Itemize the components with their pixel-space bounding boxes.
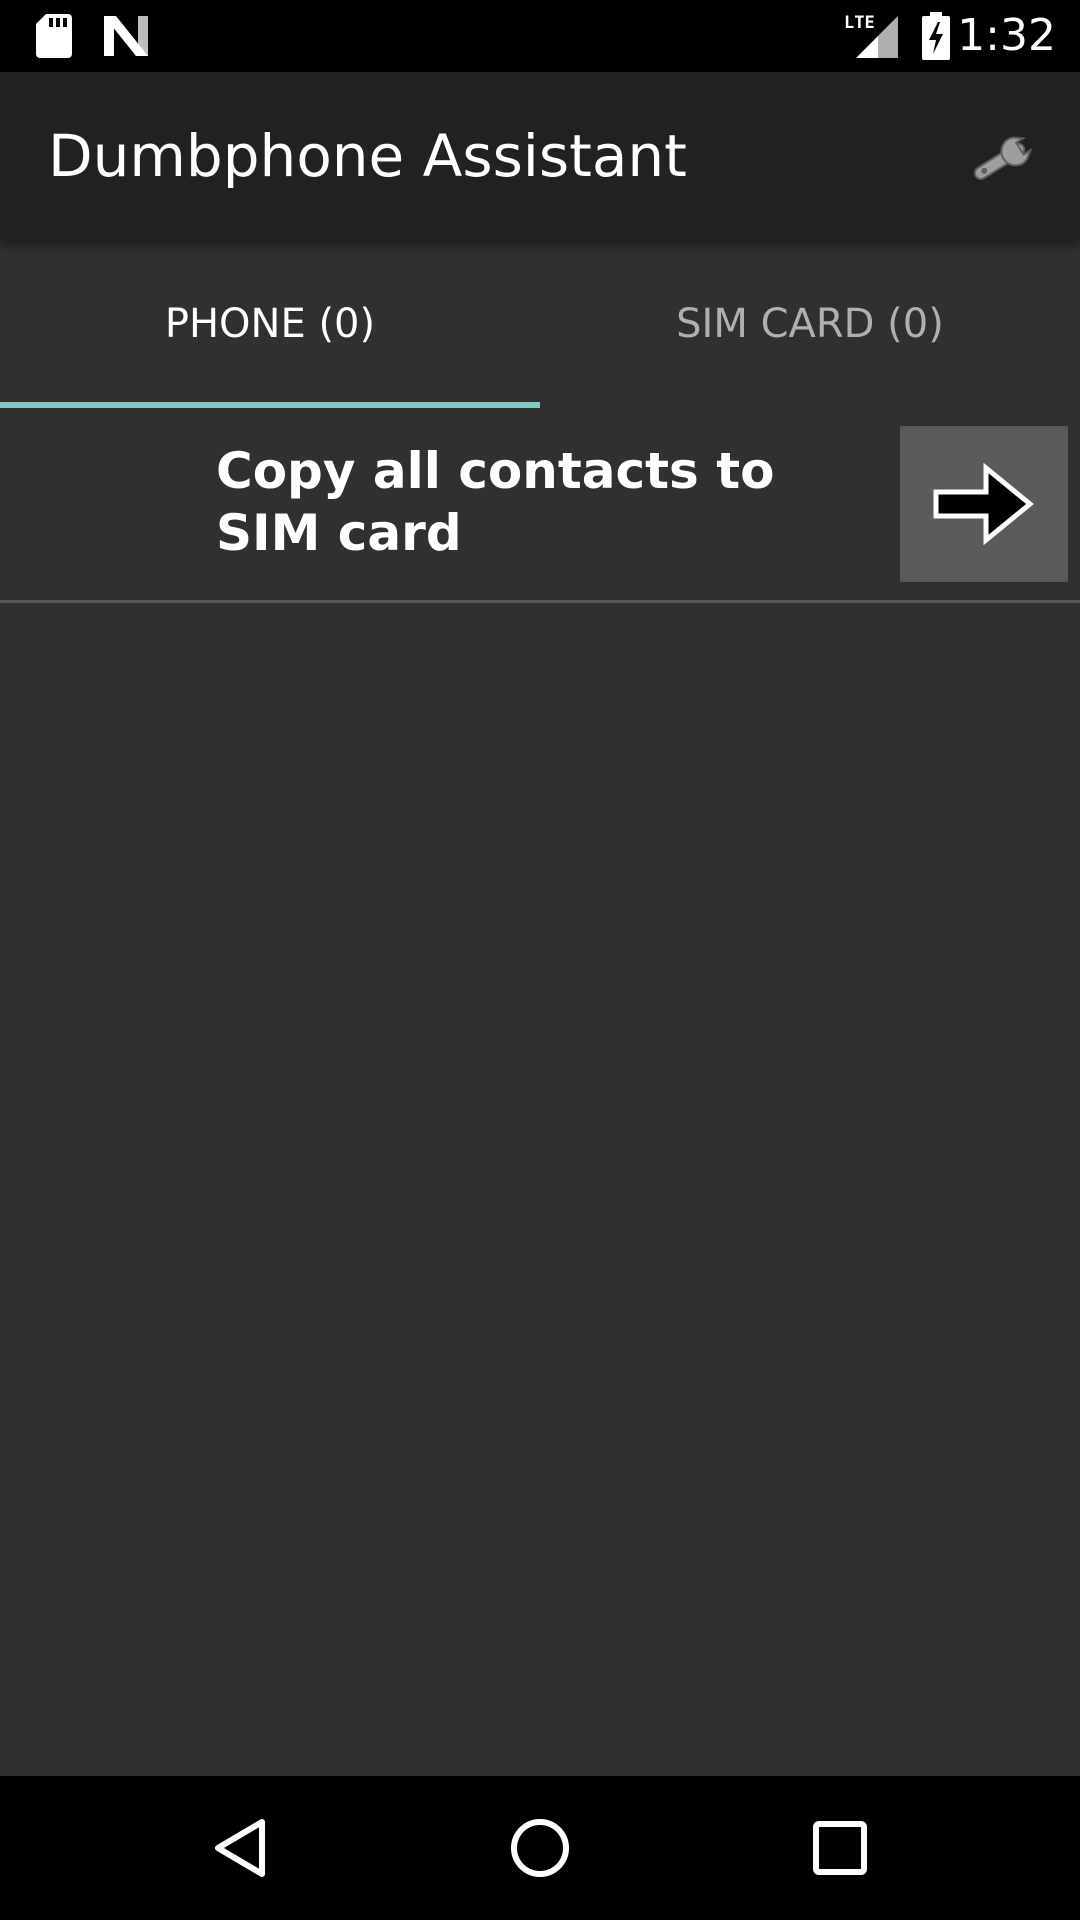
- back-icon: [215, 1819, 265, 1877]
- status-time: 1:32: [957, 10, 1056, 61]
- contacts-list-area: [0, 603, 1080, 1776]
- recents-icon: [813, 1821, 867, 1875]
- home-button[interactable]: [480, 1800, 600, 1896]
- lte-signal-icon: LTE: [844, 13, 898, 58]
- app-bar: Dumbphone Assistant: [0, 72, 1080, 240]
- navigation-bar: [0, 1776, 1080, 1920]
- recents-button[interactable]: [780, 1800, 900, 1896]
- back-button[interactable]: [180, 1800, 300, 1896]
- svg-text:LTE: LTE: [844, 13, 875, 33]
- screen: LTE 1:32 Dumbphone Assistant PHONE (0) S…: [0, 0, 1080, 1920]
- copy-to-sim-button[interactable]: [900, 426, 1068, 582]
- tab-phone[interactable]: PHONE (0): [0, 240, 540, 408]
- home-icon: [511, 1819, 569, 1877]
- copy-contacts-row: Copy all contacts to SIM card: [0, 408, 1080, 600]
- tab-sim-card-label: SIM CARD (0): [676, 301, 944, 347]
- battery-charging-icon: [922, 12, 950, 60]
- wrench-icon: [973, 136, 1033, 180]
- copy-contacts-label: Copy all contacts to SIM card: [216, 442, 775, 562]
- settings-button[interactable]: [960, 112, 1056, 200]
- status-bar: LTE 1:32: [0, 0, 1080, 72]
- sd-card-icon: [36, 14, 72, 58]
- n-logo-icon: [104, 16, 148, 56]
- arrow-right-icon: [933, 462, 1034, 546]
- tab-sim-card[interactable]: SIM CARD (0): [540, 240, 1080, 408]
- app-title: Dumbphone Assistant: [48, 122, 687, 190]
- tab-bar: PHONE (0) SIM CARD (0): [0, 240, 1080, 408]
- tab-phone-label: PHONE (0): [164, 301, 376, 347]
